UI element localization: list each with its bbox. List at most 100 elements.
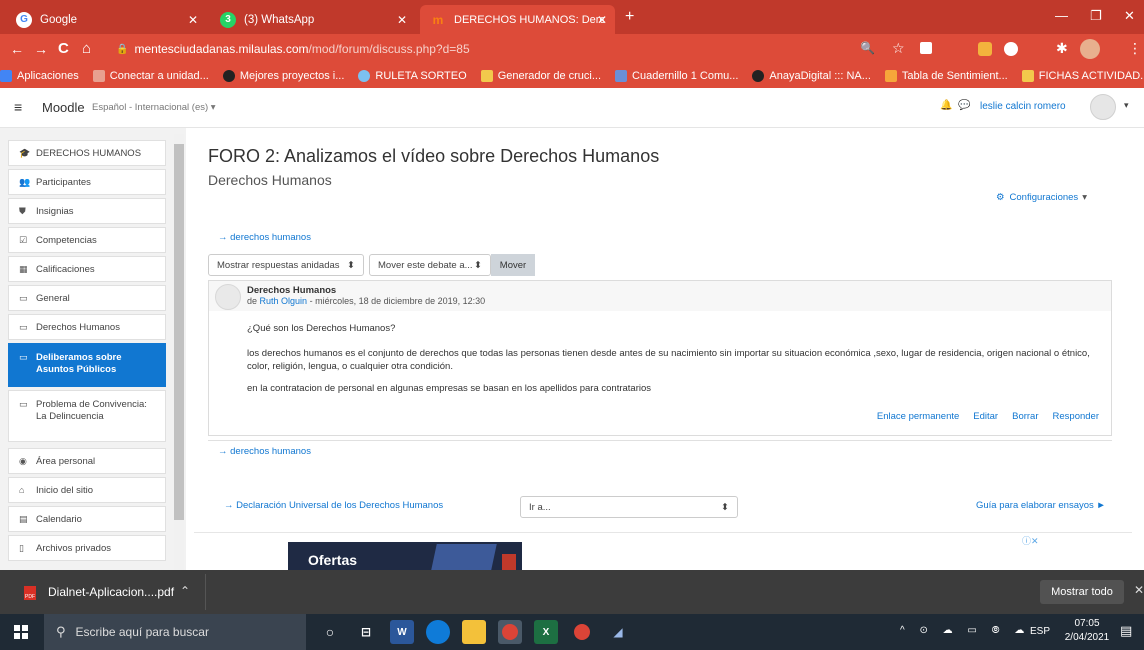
- user-avatar[interactable]: [1090, 94, 1116, 120]
- cortana-icon[interactable]: ○: [318, 620, 342, 644]
- delete-link[interactable]: Borrar: [1012, 411, 1038, 422]
- bookmark-apps[interactable]: Aplicaciones: [0, 70, 79, 82]
- close-tab-icon[interactable]: ✕: [188, 13, 198, 27]
- notifications-icon[interactable]: 🔔: [940, 100, 952, 111]
- bookmarks-bar: Aplicaciones Conectar a unidad... Mejore…: [0, 64, 1144, 88]
- sidebar-scrollbar[interactable]: [174, 134, 184, 570]
- bookmark-item[interactable]: Generador de cruci...: [480, 70, 601, 82]
- moodle-logo[interactable]: Moodle: [42, 100, 85, 115]
- show-all-button[interactable]: Mostrar todo: [1040, 580, 1124, 604]
- sidebar-item-site-home[interactable]: ⌂ Inicio del sitio: [8, 477, 166, 503]
- input-language[interactable]: ESP: [1030, 626, 1050, 637]
- ad-choices-icon[interactable]: ⓘ✕: [1022, 534, 1039, 547]
- clock[interactable]: 07:05 2/04/2021: [1060, 617, 1114, 645]
- bookmark-star-icon[interactable]: ☆: [892, 40, 905, 57]
- windows-taskbar: ⚲ Escribe aquí para buscar ○ ⊟ W X ◢ ^ ⊙…: [0, 614, 1144, 650]
- browser-tab-bar: G Google ✕ 3 (3) WhatsApp ✕ m DERECHOS H…: [0, 0, 1144, 34]
- chrome-icon[interactable]: [498, 620, 522, 644]
- divider: [208, 440, 1112, 441]
- move-button[interactable]: Mover: [491, 254, 535, 276]
- moodle-icon: m: [432, 12, 444, 27]
- sidebar-item-competencies[interactable]: ☑ Competencias: [8, 227, 166, 253]
- prev-activity-link[interactable]: → Declaración Universal de los Derechos …: [224, 500, 443, 511]
- reload-icon[interactable]: C: [58, 40, 69, 57]
- zoom-icon[interactable]: 🔍: [860, 41, 875, 55]
- close-tab-icon[interactable]: ✕: [597, 13, 607, 27]
- user-menu-caret-icon[interactable]: ▾: [1124, 100, 1129, 111]
- sidebar-item-deliberamos[interactable]: ▭ Deliberamos sobre Asuntos Públicos: [8, 343, 166, 387]
- move-discussion-select[interactable]: Mover este debate a... ⬍: [369, 254, 491, 276]
- bookmark-item[interactable]: Tabla de Sentimient...: [884, 70, 1008, 82]
- forward-icon[interactable]: →: [34, 41, 48, 57]
- bookmark-item[interactable]: FICHAS ACTIVIDAD...: [1021, 70, 1144, 82]
- permalink-link[interactable]: Enlace permanente: [877, 411, 959, 422]
- bookmark-item[interactable]: Conectar a unidad...: [92, 70, 209, 82]
- next-activity-link[interactable]: Guía para elaborar ensayos ►: [976, 500, 1106, 511]
- excel-icon[interactable]: X: [534, 620, 558, 644]
- tab-derechos-humanos[interactable]: m DERECHOS HUMANOS: Derecho ✕: [420, 5, 615, 34]
- close-shelf-icon[interactable]: ✕: [1134, 583, 1144, 597]
- sidebar-scroll-thumb[interactable]: [174, 144, 184, 520]
- google-icon: G: [16, 11, 32, 28]
- sidebar-item-derechos-humanos[interactable]: ▭ Derechos Humanos: [8, 314, 166, 340]
- prev-discussion-link[interactable]: → derechos humanos: [218, 232, 311, 243]
- back-icon[interactable]: ←: [10, 41, 24, 57]
- hamburger-menu-icon[interactable]: ≡: [14, 99, 22, 115]
- sidebar-item-private-files[interactable]: ▯ Archivos privados: [8, 535, 166, 561]
- profile-avatar[interactable]: [1080, 39, 1100, 59]
- url-field[interactable]: 🔒 mentesciudadanas.milaulas.com /mod/for…: [110, 38, 890, 60]
- messages-icon[interactable]: 💬: [958, 100, 970, 111]
- word-icon[interactable]: W: [390, 620, 414, 644]
- tab-whatsapp[interactable]: 3 (3) WhatsApp ✕: [210, 5, 415, 34]
- next-discussion-link[interactable]: → derechos humanos: [218, 446, 311, 457]
- extension-icon[interactable]: [978, 42, 992, 56]
- tab-google[interactable]: G Google ✕: [6, 5, 206, 34]
- notifications-center-icon[interactable]: ▤: [1120, 623, 1132, 639]
- edit-link[interactable]: Editar: [973, 411, 998, 422]
- author-link[interactable]: Ruth Olguin: [260, 296, 308, 306]
- sidebar-item-calendar[interactable]: ▤ Calendario: [8, 506, 166, 532]
- system-tray-icons[interactable]: ^ ⊙ ☁ ▭ ⦾ ☁: [900, 625, 1030, 636]
- sidebar-item-dashboard[interactable]: ◉ Área personal: [8, 448, 166, 474]
- bookmark-item[interactable]: RULETA SORTEO: [358, 70, 467, 82]
- kebab-menu-icon[interactable]: ⋮: [1128, 40, 1142, 57]
- author-avatar[interactable]: [215, 284, 241, 310]
- display-mode-select[interactable]: Mostrar respuestas anidadas ⬍: [208, 254, 364, 276]
- jump-to-select[interactable]: Ir a... ⬍: [520, 496, 738, 518]
- sidebar-item-course[interactable]: 🎓 DERECHOS HUMANOS: [8, 140, 166, 166]
- chrome-icon[interactable]: [570, 620, 594, 644]
- extension-icon[interactable]: [920, 42, 932, 54]
- download-file-name[interactable]: Dialnet-Aplicacion....pdf: [48, 585, 174, 599]
- main-content: FORO 2: Analizamos el vídeo sobre Derech…: [194, 128, 1132, 570]
- reply-link[interactable]: Responder: [1053, 411, 1099, 422]
- sidebar-item-grades[interactable]: ▦ Calificaciones: [8, 256, 166, 282]
- windows-start-icon[interactable]: [14, 625, 28, 639]
- app-icon[interactable]: ◢: [606, 620, 630, 644]
- restore-icon[interactable]: ❐: [1090, 8, 1102, 24]
- divider: [194, 532, 1132, 533]
- sidebar-item-participants[interactable]: 👥 Participantes: [8, 169, 166, 195]
- extension-icon[interactable]: [1004, 42, 1018, 56]
- sidebar-item-general[interactable]: ▭ General: [8, 285, 166, 311]
- advertisement-banner[interactable]: Ofertas: [288, 542, 522, 570]
- language-menu[interactable]: Español - Internacional (es) ▾: [92, 102, 216, 113]
- taskbar-search-box[interactable]: ⚲ Escribe aquí para buscar: [44, 614, 306, 650]
- chevron-up-icon[interactable]: ⌃: [180, 584, 190, 598]
- close-tab-icon[interactable]: ✕: [397, 13, 407, 27]
- minimize-icon[interactable]: —: [1055, 8, 1068, 23]
- new-tab-button[interactable]: +: [625, 8, 634, 26]
- sidebar-item-badges[interactable]: ⛊ Insignias: [8, 198, 166, 224]
- bookmark-item[interactable]: Cuadernillo 1 Comu...: [615, 70, 738, 82]
- puzzle-icon[interactable]: ✱: [1056, 40, 1068, 57]
- bookmark-item[interactable]: AnayaDigital ::: NA...: [752, 70, 871, 82]
- sidebar-item-problema-convivencia[interactable]: ▭ Problema de Convivencia: La Delincuenci…: [8, 390, 166, 442]
- edge-icon[interactable]: [426, 620, 450, 644]
- user-name-link[interactable]: leslie calcin romero: [980, 101, 1066, 112]
- file-explorer-icon[interactable]: [462, 620, 486, 644]
- course-navigation-drawer: 🎓 DERECHOS HUMANOS 👥 Participantes ⛊ Insign…: [0, 128, 186, 570]
- settings-menu[interactable]: ⚙ Configuraciones ▾: [996, 192, 1087, 203]
- close-window-icon[interactable]: ✕: [1124, 8, 1135, 24]
- task-view-icon[interactable]: ⊟: [354, 620, 378, 644]
- bookmark-item[interactable]: Mejores proyectos i...: [222, 70, 344, 82]
- home-icon[interactable]: ⌂: [82, 40, 91, 57]
